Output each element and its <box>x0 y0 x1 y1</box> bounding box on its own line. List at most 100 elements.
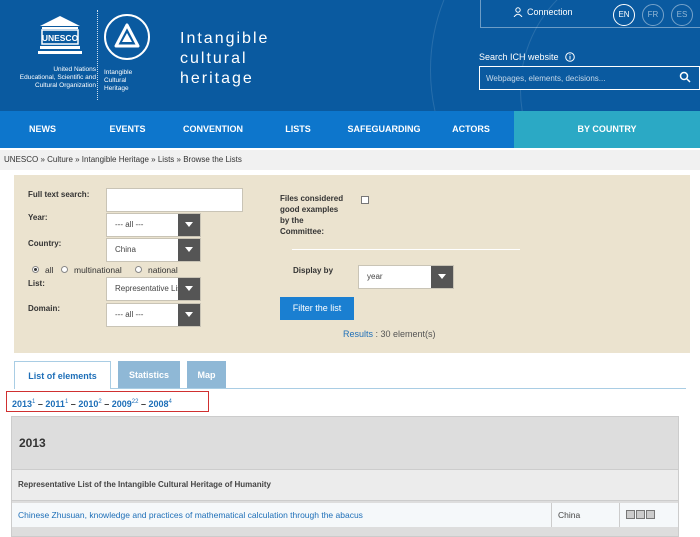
chevron-down-icon[interactable] <box>178 214 200 236</box>
radio-national[interactable] <box>135 266 142 273</box>
good-examples-line: Files considered <box>280 194 344 203</box>
connection-link[interactable]: Connection <box>513 7 573 17</box>
lang-en-button[interactable]: EN <box>613 4 635 26</box>
good-examples-line: good examples <box>280 205 339 214</box>
year-label: 2013 <box>12 399 33 409</box>
chevron-down-icon[interactable] <box>431 266 453 288</box>
filter-list-button[interactable]: Filter the list <box>280 297 354 320</box>
country-label: Country: <box>28 239 62 248</box>
lang-fr-button[interactable]: FR <box>642 4 664 26</box>
list-heading-row: Representative List of the Intangible Cu… <box>12 469 678 501</box>
nav-actors[interactable]: ACTORS <box>428 111 514 148</box>
logo-divider <box>97 10 98 100</box>
list-select-value: Representative List <box>115 284 184 293</box>
ich-small-text: Intangible Cultural Heritage <box>104 69 132 93</box>
tabs-underline <box>111 388 686 389</box>
domain-select[interactable]: --- all --- <box>106 303 201 327</box>
site-header: UNESCO United Nations Educational, Scien… <box>0 0 700 111</box>
year-link-2010[interactable]: 20102 <box>78 399 101 409</box>
search-label: Search ICH website <box>479 52 575 62</box>
photo-icon[interactable] <box>636 510 645 519</box>
year-separator: – <box>104 399 112 409</box>
domain-label: Domain: <box>28 304 60 313</box>
full-text-input[interactable] <box>106 188 243 212</box>
year-link-2008[interactable]: 20084 <box>148 399 171 409</box>
radio-multinational[interactable] <box>61 266 68 273</box>
unesco-logo[interactable]: UNESCO United Nations Educational, Scien… <box>20 14 96 106</box>
chevron-down-icon[interactable] <box>178 304 200 326</box>
year-links: 20131 – 20111 – 20102 – 200922 – 20084 <box>6 391 209 412</box>
display-by-label: Display by <box>293 266 334 275</box>
document-icon[interactable] <box>626 510 635 519</box>
radio-national-label: national <box>148 265 178 275</box>
year-label: 2009 <box>111 399 132 409</box>
element-country: China <box>551 503 620 527</box>
nav-news[interactable]: NEWS <box>0 111 85 148</box>
org-line: Cultural Organization <box>34 82 96 89</box>
org-line: United Nations <box>53 66 96 73</box>
year-link-2013[interactable]: 20131 <box>12 399 35 409</box>
chevron-down-icon[interactable] <box>178 278 200 300</box>
header-separator <box>480 0 481 27</box>
site-title-line: heritage <box>180 70 254 87</box>
nav-by-country[interactable]: BY COUNTRY <box>514 111 700 148</box>
tab-statistics[interactable]: Statistics <box>118 361 180 389</box>
radio-all[interactable] <box>32 266 39 273</box>
site-title-line: Intangible <box>180 30 270 47</box>
chevron-down-icon[interactable] <box>178 239 200 261</box>
year-select[interactable]: --- all --- <box>106 213 201 237</box>
year-select-value: --- all --- <box>115 220 144 229</box>
search-icon[interactable] <box>679 71 691 83</box>
video-icon[interactable] <box>646 510 655 519</box>
unesco-org-name: United Nations Educational, Scientific a… <box>4 66 96 90</box>
list-select[interactable]: Representative List <box>106 277 201 301</box>
user-icon <box>513 7 523 17</box>
lang-es-button[interactable]: ES <box>671 4 693 26</box>
table-row: Chinese Zhusuan, knowledge and practices… <box>12 503 678 527</box>
ich-small-line: Cultural <box>104 77 127 84</box>
good-examples-line: Committee: <box>280 227 325 236</box>
site-title: Intangible cultural heritage <box>180 29 269 89</box>
ich-small-line: Heritage <box>104 85 129 92</box>
org-line: Educational, Scientific and <box>19 74 96 81</box>
breadcrumb[interactable]: UNESCO » Culture » Intangible Heritage »… <box>0 150 700 170</box>
year-link-2009[interactable]: 200922 <box>112 399 139 409</box>
results-text: : 30 element(s) <box>373 329 436 339</box>
filter-divider <box>292 249 520 250</box>
full-text-label: Full text search: <box>28 190 90 199</box>
info-icon[interactable] <box>564 52 575 62</box>
country-select[interactable]: China <box>106 238 201 262</box>
tab-map[interactable]: Map <box>187 361 226 389</box>
country-select-value: China <box>115 245 136 254</box>
good-examples-line: by the <box>280 216 304 225</box>
year-count: 22 <box>131 399 139 405</box>
list-heading: Representative List of the Intangible Cu… <box>18 480 271 489</box>
unesco-temple-icon: UNESCO <box>38 16 82 54</box>
nav-lists[interactable]: LISTS <box>256 111 340 148</box>
radio-all-label: all <box>45 265 54 275</box>
nav-events[interactable]: EVENTS <box>85 111 170 148</box>
tab-list-of-elements[interactable]: List of elements <box>14 361 111 389</box>
year-link-2011[interactable]: 20111 <box>45 399 68 409</box>
main-nav: NEWS EVENTS CONVENTION LISTS SAFEGUARDIN… <box>0 111 700 148</box>
element-name-link[interactable]: Chinese Zhusuan, knowledge and practices… <box>18 510 363 520</box>
element-icons <box>626 510 655 519</box>
search-box <box>479 66 700 90</box>
nav-safeguarding[interactable]: SAFEGUARDING <box>340 111 428 148</box>
results-table: 2013 Representative List of the Intangib… <box>11 416 679 537</box>
radio-multinational-label: multinational <box>74 265 122 275</box>
year-label: 2011 <box>45 399 65 409</box>
good-examples-checkbox[interactable] <box>361 196 369 204</box>
display-by-select-value: year <box>367 272 383 281</box>
results-link[interactable]: Results <box>343 329 373 339</box>
year-count: 1 <box>64 399 69 405</box>
year-label: 2010 <box>78 399 99 409</box>
year-label: 2008 <box>148 399 169 409</box>
display-by-select[interactable]: year <box>358 265 454 289</box>
year-heading: 2013 <box>19 436 46 450</box>
ich-logo[interactable]: Intangible Cultural Heritage <box>104 14 154 104</box>
search-input[interactable] <box>480 73 670 83</box>
year-count: 4 <box>168 399 172 405</box>
nav-convention[interactable]: CONVENTION <box>170 111 256 148</box>
year-count: 2 <box>98 399 102 405</box>
